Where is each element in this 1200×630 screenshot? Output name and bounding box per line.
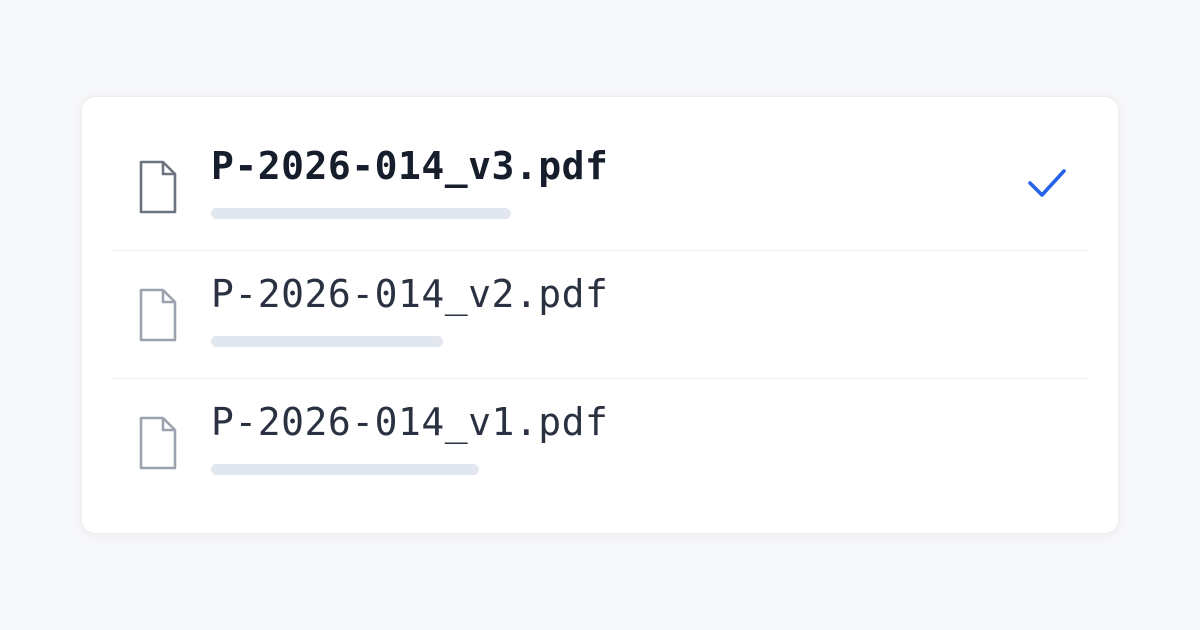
checkmark-icon (1028, 169, 1066, 197)
file-name: P-2026-014_v3.pdf (211, 144, 609, 188)
file-meta-placeholder (211, 464, 479, 475)
document-icon (139, 160, 177, 214)
list-item-v2[interactable]: P-2026-014_v2.pdf (113, 251, 1089, 379)
document-icon (139, 416, 177, 470)
file-name: P-2026-014_v2.pdf (211, 272, 609, 316)
file-version-list: P-2026-014_v3.pdf P-2026-014_v2.pdf P-20… (81, 96, 1119, 534)
list-item-v3[interactable]: P-2026-014_v3.pdf (113, 123, 1089, 251)
file-meta-placeholder (211, 208, 511, 219)
file-name: P-2026-014_v1.pdf (211, 400, 609, 444)
list-item-v1[interactable]: P-2026-014_v1.pdf (113, 379, 1089, 507)
file-meta-placeholder (211, 336, 443, 347)
document-icon (139, 288, 177, 342)
